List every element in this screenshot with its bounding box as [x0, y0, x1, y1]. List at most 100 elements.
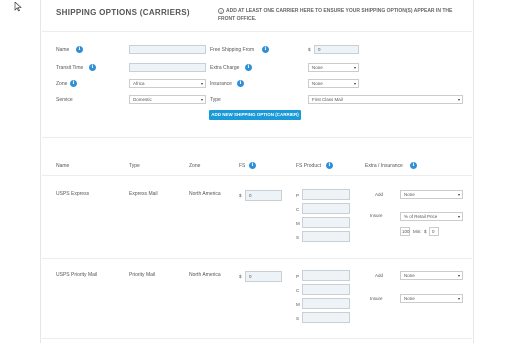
- caret-down-icon: ▾: [353, 81, 356, 86]
- fs-value: 0: [249, 274, 252, 279]
- name-input[interactable]: [129, 45, 206, 54]
- add-select-value: None: [404, 192, 415, 197]
- fs-input[interactable]: 0: [245, 271, 282, 282]
- insure-select-value: None: [404, 296, 415, 301]
- insure-select[interactable]: None ▾: [400, 294, 463, 303]
- min-value: 0: [432, 229, 435, 234]
- add-label: Add: [375, 273, 384, 278]
- divider: [42, 338, 472, 339]
- caret-down-icon: ▾: [200, 81, 203, 86]
- caret-down-icon: ▾: [457, 214, 460, 219]
- divider: [42, 175, 472, 176]
- info-icon[interactable]: i: [70, 80, 77, 87]
- info-icon[interactable]: i: [410, 162, 417, 169]
- add-shipping-option-button[interactable]: ADD NEW SHIPPING OPTION (CARRIER): [209, 110, 301, 120]
- divider: [42, 258, 472, 259]
- caret-down-icon: ▾: [457, 192, 460, 197]
- add-select[interactable]: None ▾: [400, 271, 463, 280]
- service-select-value: Domestic: [133, 97, 152, 102]
- fs-product-letter: P: [296, 193, 300, 198]
- add-label: Add: [375, 192, 384, 197]
- free-shipping-value: 0: [318, 47, 321, 52]
- page-title: SHIPPING OPTIONS (CARRIERS): [56, 8, 190, 17]
- zone-select[interactable]: Africa ▾: [129, 79, 206, 88]
- info-icon[interactable]: i: [89, 64, 96, 71]
- insurance-value: None: [312, 81, 323, 86]
- carrier-notice: i ADD AT LEAST ONE CARRIER HERE TO ENSURE…: [218, 7, 468, 23]
- fs-product-letter: P: [296, 274, 300, 279]
- add-select-value: None: [404, 273, 415, 278]
- insure-label: Insure: [370, 296, 383, 301]
- fs-value: 0: [249, 193, 252, 198]
- info-icon[interactable]: i: [245, 64, 252, 71]
- fs-product-input[interactable]: [302, 203, 350, 214]
- currency-symbol: $: [239, 193, 242, 198]
- info-icon[interactable]: i: [76, 46, 83, 53]
- col-header-fs-product: FS Product: [296, 163, 322, 169]
- col-header-fs: FS: [239, 163, 246, 169]
- fs-product-letter: S: [296, 316, 300, 321]
- info-icon[interactable]: i: [262, 46, 269, 53]
- zone-select-value: Africa: [133, 81, 145, 86]
- info-icon[interactable]: i: [237, 80, 244, 87]
- row-zone: North America: [189, 272, 221, 278]
- free-shipping-input[interactable]: 0: [314, 45, 359, 54]
- fs-product-input[interactable]: [302, 217, 350, 228]
- fs-product-letter: M: [296, 221, 300, 226]
- name-label: Name: [56, 47, 70, 53]
- currency-symbol: $: [308, 47, 311, 52]
- insurance-select[interactable]: None ▾: [308, 79, 359, 88]
- col-header-extra: Extra / Insurance: [365, 163, 403, 169]
- type-label: Type: [210, 97, 221, 103]
- currency-symbol: $: [239, 274, 242, 279]
- insure-percent-value: 100: [402, 229, 410, 234]
- fs-product-input[interactable]: [302, 284, 350, 295]
- row-name: USPS Priority Mail: [56, 272, 98, 278]
- transit-time-input[interactable]: [129, 63, 206, 72]
- row-name: USPS Express: [56, 191, 90, 197]
- fs-product-input[interactable]: [302, 298, 350, 309]
- row-type: Express Mail: [129, 191, 158, 197]
- type-select[interactable]: First Class Mail ▾: [308, 95, 463, 104]
- insure-percent-input[interactable]: 100: [400, 227, 410, 236]
- extra-charge-label: Extra Charge: [210, 65, 240, 71]
- col-header-zone: Zone: [189, 163, 201, 169]
- fs-product-input[interactable]: [302, 189, 350, 200]
- fs-product-letter: C: [296, 288, 300, 293]
- insure-select[interactable]: % of Retail Price ▾: [400, 212, 463, 221]
- row-zone: North America: [189, 191, 221, 197]
- notice-text: ADD AT LEAST ONE CARRIER HERE TO ENSURE …: [218, 8, 453, 22]
- fs-product-input[interactable]: [302, 312, 350, 323]
- fs-product-letter: S: [296, 235, 300, 240]
- divider: [42, 137, 472, 138]
- extra-charge-select[interactable]: None ▾: [308, 63, 359, 72]
- zone-label: Zone: [56, 81, 68, 87]
- fs-input[interactable]: 0: [245, 190, 282, 201]
- caret-down-icon: ▾: [457, 97, 460, 102]
- fs-product-input[interactable]: [302, 231, 350, 242]
- currency-symbol: $: [424, 229, 427, 234]
- min-input[interactable]: 0: [429, 227, 439, 236]
- fs-product-letter: M: [296, 302, 300, 307]
- service-label: Service: [56, 97, 73, 103]
- service-select[interactable]: Domestic ▾: [129, 95, 206, 104]
- info-icon[interactable]: i: [249, 162, 256, 169]
- fs-product-input[interactable]: [302, 270, 350, 281]
- free-shipping-label: Free Shipping From: [210, 47, 255, 53]
- row-type: Priority Mail: [129, 272, 156, 278]
- caret-down-icon: ▾: [457, 273, 460, 278]
- shipping-panel: [40, 0, 474, 343]
- min-label: Min:: [413, 229, 422, 234]
- col-header-name: Name: [56, 163, 70, 169]
- extra-charge-value: None: [312, 65, 323, 70]
- col-header-type: Type: [129, 163, 140, 169]
- insure-select-value: % of Retail Price: [404, 214, 438, 219]
- caret-down-icon: ▾: [200, 97, 203, 102]
- info-circle-icon: i: [218, 8, 224, 14]
- type-value: First Class Mail: [312, 97, 343, 102]
- add-select[interactable]: None ▾: [400, 190, 463, 199]
- insurance-label: Insurance: [210, 81, 232, 87]
- caret-down-icon: ▾: [457, 296, 460, 301]
- transit-time-label: Transit Time: [56, 65, 84, 71]
- info-icon[interactable]: i: [326, 162, 333, 169]
